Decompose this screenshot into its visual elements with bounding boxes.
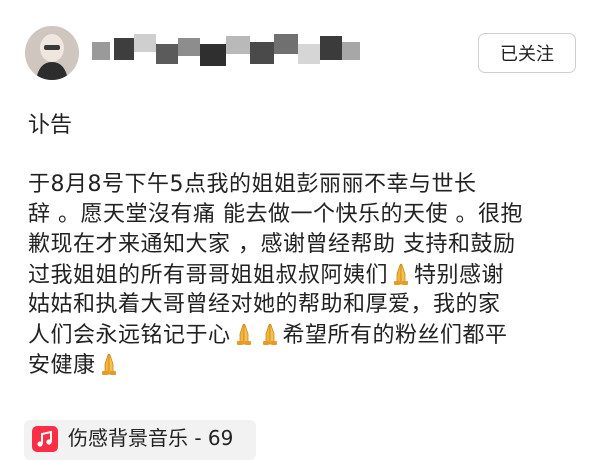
mosaic-cell: [92, 42, 110, 60]
mosaic-cell: [226, 36, 250, 54]
mosaic-cell: [134, 34, 156, 52]
mosaic-cell: [178, 38, 200, 56]
body-text: 过我姐姐的所有哥哥姐姐叔叔阿姨们: [28, 263, 389, 288]
folded-hands-icon: [231, 320, 257, 346]
folded-hands-icon: [388, 260, 414, 286]
body-line: 辞 。愿天堂沒有痛 能去做一个快乐的天使 。很抱: [28, 202, 523, 227]
followed-button[interactable]: 已关注: [478, 33, 576, 73]
mosaic-cell: [320, 36, 342, 60]
mosaic-cell: [200, 44, 226, 66]
mosaic-cell: [250, 42, 274, 64]
music-note-icon: [32, 426, 58, 452]
body-text: 希望所有的粉丝们都平: [282, 323, 508, 348]
mosaic-cell: [114, 38, 134, 60]
music-title: 伤感背景音乐 - 69: [68, 426, 234, 450]
body-line: 过我姐姐的所有哥哥姐姐叔叔阿姨们 特别感谢: [28, 260, 576, 290]
post-title: 讣告: [28, 113, 73, 138]
body-text: 特别感谢: [414, 263, 505, 288]
user-avatar[interactable]: [25, 26, 79, 80]
body-line: 姑姑和执着大哥曾经对她的帮助和厚爱，我的家: [28, 292, 501, 317]
body-line: 于8月8号下午5点我的姐姐彭丽丽不幸与世长: [28, 172, 477, 197]
username-mosaic[interactable]: [92, 30, 362, 76]
folded-hands-icon: [96, 350, 122, 376]
post-body: 于8月8号下午5点我的姐姐彭丽丽不幸与世长 辞 。愿天堂沒有痛 能去做一个快乐的…: [28, 170, 576, 380]
mosaic-cell: [298, 44, 320, 64]
mosaic-cell: [274, 34, 298, 54]
body-line: 安健康: [28, 350, 576, 380]
post-header: 已关注: [0, 0, 600, 100]
mosaic-cell: [156, 44, 178, 64]
folded-hands-icon: [257, 320, 283, 346]
body-text: 人们会永远铭记于心: [28, 323, 231, 348]
body-line: 歉现在才来通知大家 ，感谢曾经帮助 支持和鼓励: [28, 232, 516, 257]
mosaic-cell: [342, 42, 360, 60]
body-text: 安健康: [28, 353, 96, 378]
music-attachment[interactable]: 伤感背景音乐 - 69: [24, 420, 256, 460]
body-line: 人们会永远铭记于心 希望所有的粉丝们都平: [28, 320, 576, 350]
